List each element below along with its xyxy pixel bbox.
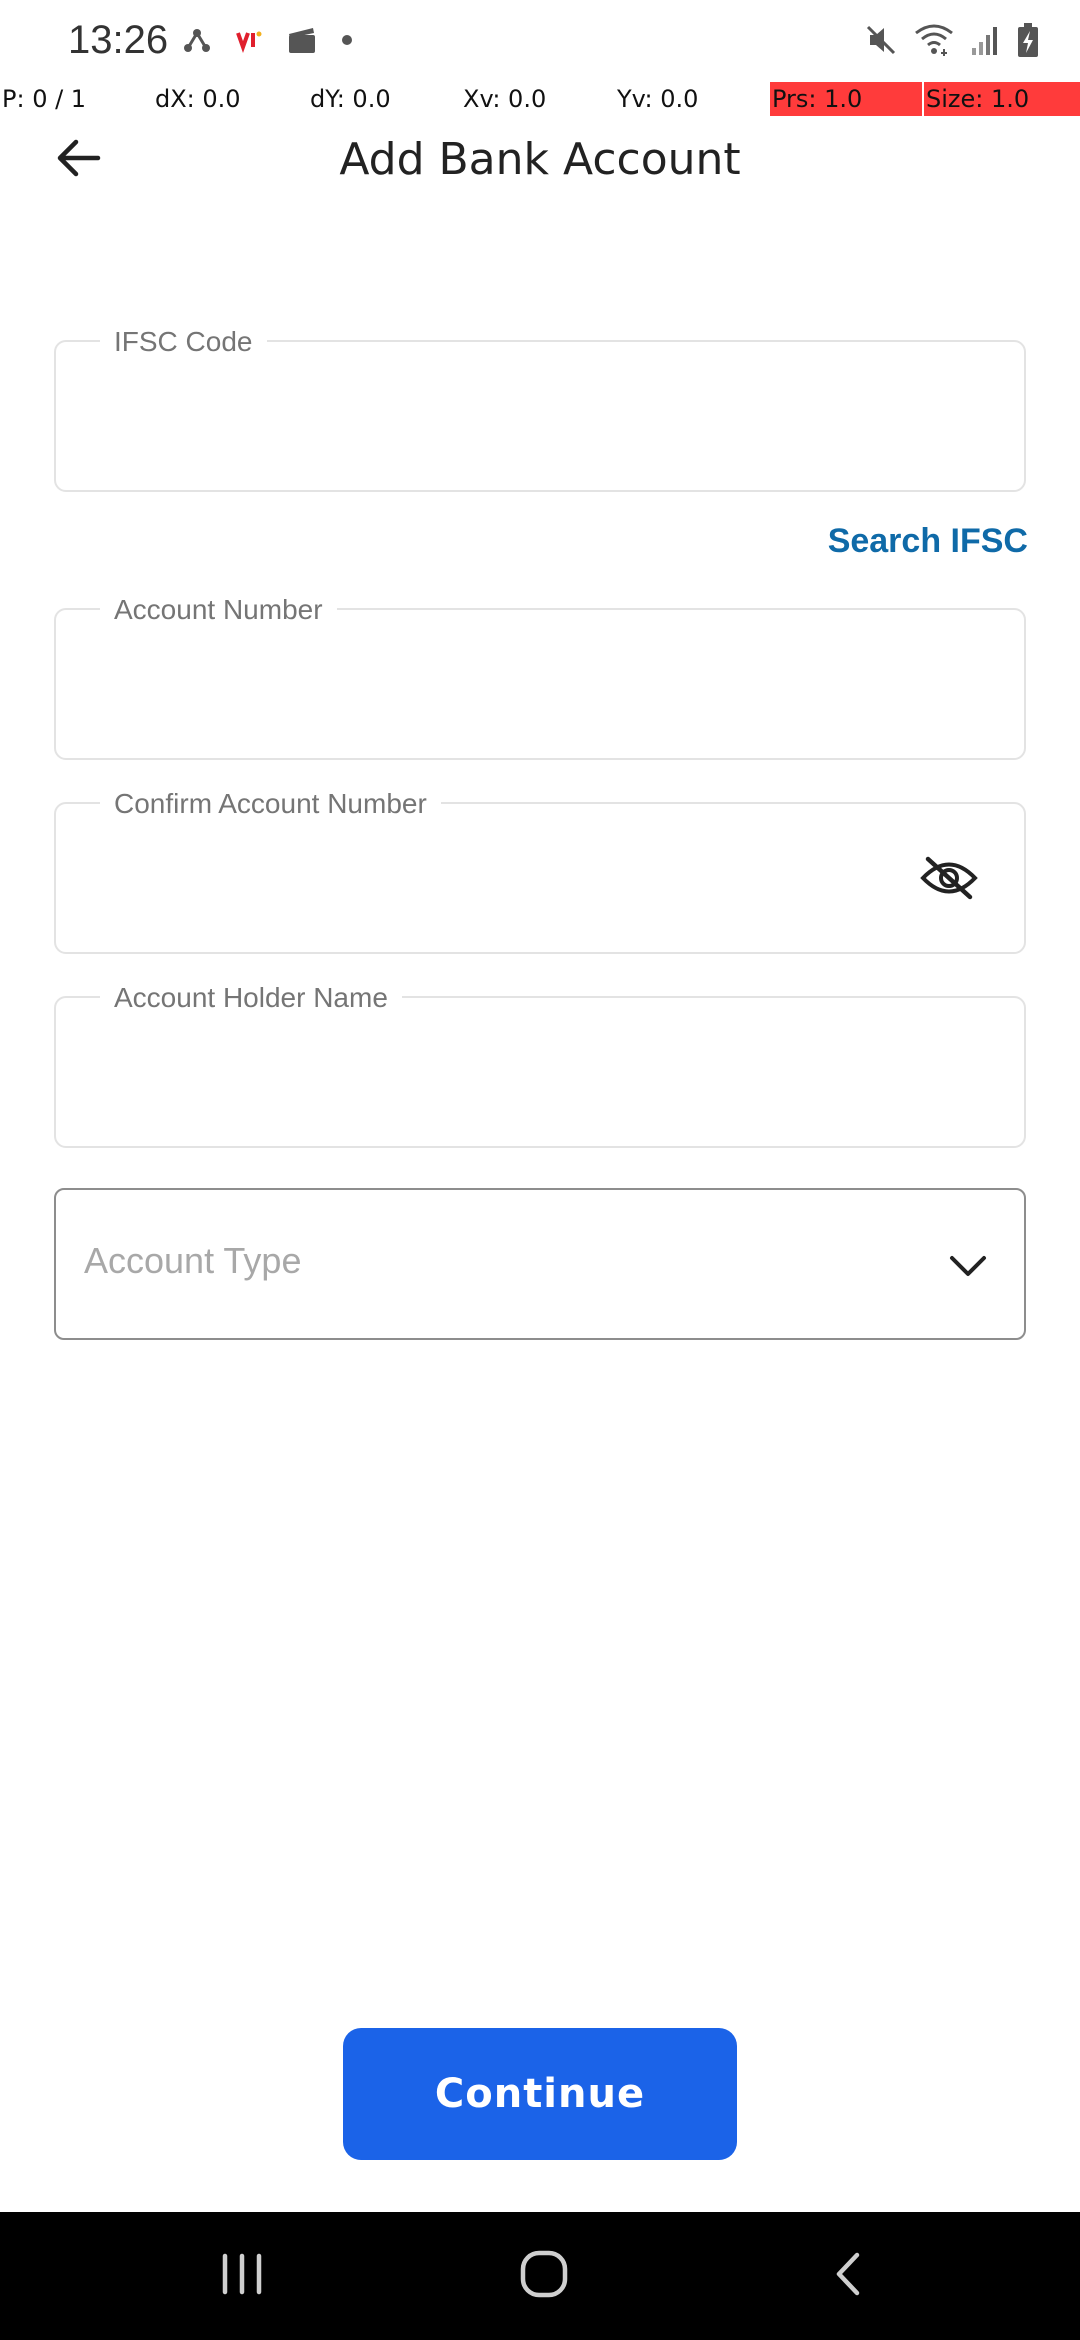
debug-pressure: Prs: 1.0	[770, 82, 922, 116]
home-button[interactable]	[504, 2242, 584, 2310]
home-icon	[519, 2249, 569, 2304]
dot-icon	[340, 33, 354, 52]
wifi-icon	[914, 23, 954, 62]
recent-apps-icon	[219, 2252, 265, 2301]
account-type-dropdown[interactable]: Account Type	[54, 1188, 1026, 1340]
page-title: Add Bank Account	[339, 134, 741, 185]
ifsc-label: IFSC Code	[100, 322, 267, 362]
confirm-account-number-input[interactable]	[106, 856, 886, 916]
back-icon	[833, 2251, 863, 2302]
account-holder-name-label: Account Holder Name	[100, 978, 402, 1018]
share-network-icon	[182, 25, 212, 60]
debug-pointer-count: P: 0 / 1	[2, 85, 87, 113]
system-navigation-bar	[0, 2212, 1080, 2340]
search-ifsc-link[interactable]: Search IFSC	[828, 522, 1028, 561]
account-number-field[interactable]: Account Number	[54, 590, 1026, 760]
status-bar: 13:26	[0, 0, 1080, 84]
debug-dx: dX: 0.0	[155, 85, 241, 113]
chevron-down-icon	[946, 1244, 990, 1288]
account-number-input[interactable]	[106, 662, 946, 722]
debug-dy: dY: 0.0	[310, 85, 391, 113]
mute-icon	[864, 23, 898, 62]
account-type-placeholder: Account Type	[84, 1240, 302, 1281]
clapperboard-icon	[286, 25, 318, 60]
signal-icon	[970, 24, 1000, 61]
status-notification-icons	[182, 24, 354, 60]
nav-back-button[interactable]	[808, 2242, 888, 2310]
status-system-icons	[864, 22, 1040, 62]
app-header: Add Bank Account	[0, 120, 1080, 200]
account-holder-name-input[interactable]	[106, 1050, 946, 1110]
continue-button[interactable]: Continue	[343, 2028, 737, 2160]
debug-yv: Yv: 0.0	[617, 85, 699, 113]
debug-xv: Xv: 0.0	[463, 85, 547, 113]
ifsc-input[interactable]	[106, 394, 946, 454]
battery-charging-icon	[1016, 22, 1040, 63]
confirm-account-number-field[interactable]: Confirm Account Number	[54, 784, 1026, 954]
pointer-location-overlay: P: 0 / 1 dX: 0.0 dY: 0.0 Xv: 0.0 Yv: 0.0…	[0, 82, 1080, 116]
status-time: 13:26	[68, 18, 169, 62]
account-holder-name-field[interactable]: Account Holder Name	[54, 978, 1026, 1148]
account-number-label: Account Number	[100, 590, 337, 630]
eye-off-icon	[920, 855, 978, 906]
ifsc-field[interactable]: IFSC Code	[54, 322, 1026, 492]
debug-size: Size: 1.0	[924, 82, 1080, 116]
confirm-account-number-label: Confirm Account Number	[100, 784, 441, 824]
vi-carrier-icon	[234, 25, 264, 60]
recent-apps-button[interactable]	[202, 2242, 282, 2310]
toggle-visibility-button[interactable]	[920, 856, 978, 904]
